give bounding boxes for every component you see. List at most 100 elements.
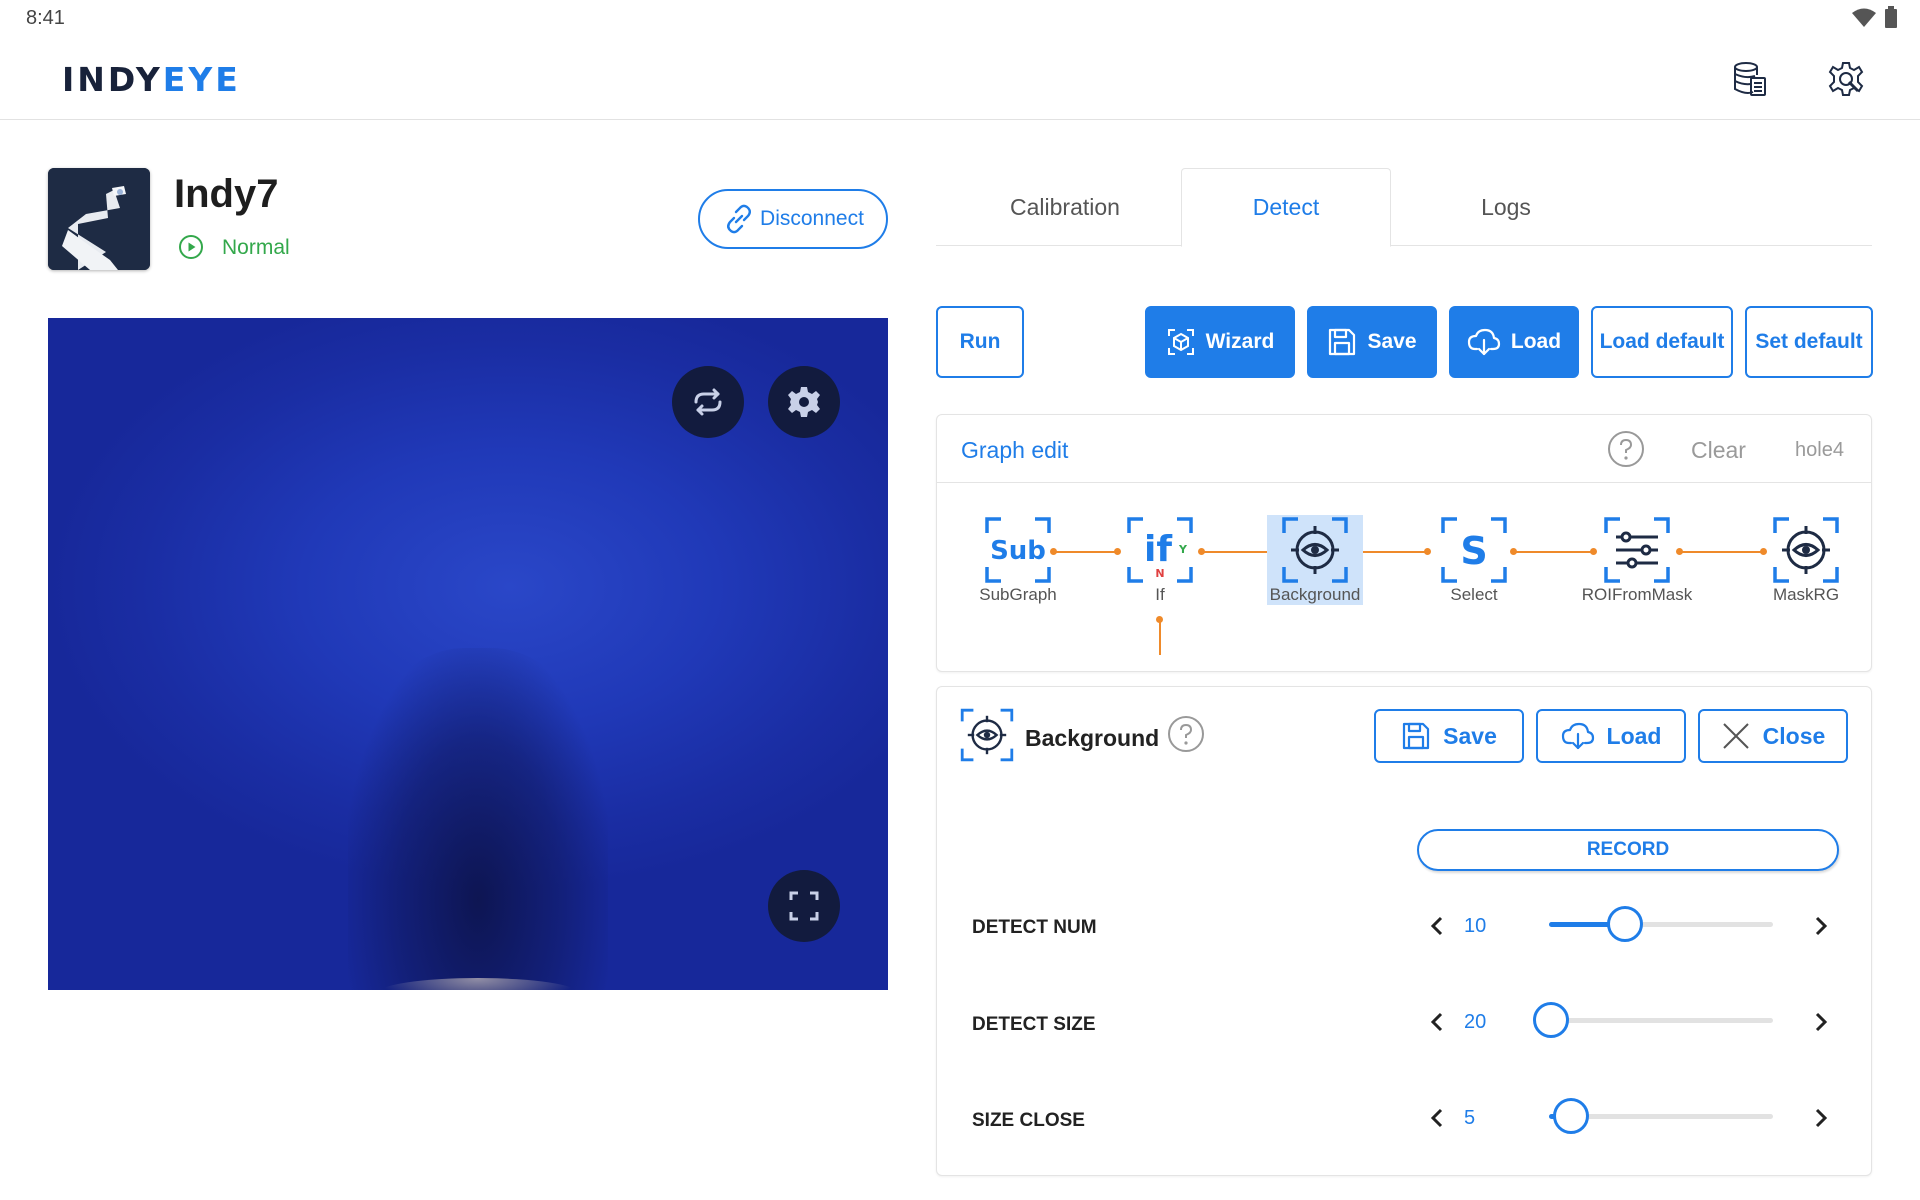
chevron-right-icon[interactable] (1809, 1011, 1831, 1033)
slider-knob[interactable] (1533, 1002, 1570, 1038)
slider-knob[interactable] (1553, 1098, 1590, 1134)
logo-part-indy: INDY (62, 60, 163, 99)
param-label: SIZE CLOSE (972, 1110, 1085, 1131)
param-slider[interactable] (1549, 906, 1773, 942)
background-help-icon[interactable] (1167, 715, 1205, 753)
help-icon[interactable] (1607, 430, 1645, 468)
run-label: Run (959, 330, 1001, 353)
background-close-label: Close (1762, 722, 1826, 749)
node-subgraph[interactable]: Sub SubGraph (963, 515, 1073, 605)
if-no-marker: N (1155, 567, 1164, 580)
background-load-label: Load (1606, 722, 1662, 749)
tab-detect-label: Detect (1252, 194, 1320, 220)
graph-clear-button[interactable]: Clear (1691, 437, 1746, 464)
load-default-button[interactable]: Load default (1591, 306, 1733, 378)
tab-detect[interactable]: Detect (1181, 168, 1391, 247)
camera-view[interactable] (48, 318, 888, 990)
run-button[interactable]: Run (936, 306, 1024, 378)
set-default-button[interactable]: Set default (1745, 306, 1873, 378)
background-title: Background (1025, 725, 1160, 751)
graph-edit-panel: Graph edit Clear hole4 Sub SubGraph if Y… (936, 414, 1872, 672)
wizard-cube-icon (1167, 329, 1194, 355)
link-icon (727, 204, 751, 234)
app-header: INDYEYE (0, 36, 1920, 120)
wifi-icon (1852, 8, 1876, 27)
battery-icon (1885, 6, 1897, 28)
save-floppy-icon (1403, 722, 1430, 750)
param-slider[interactable] (1549, 1098, 1773, 1134)
clock: 8:41 (26, 7, 65, 29)
refresh-icon (694, 388, 722, 416)
logo-part-eye: EYE (162, 60, 241, 99)
chevron-left-icon[interactable] (1427, 1107, 1449, 1129)
node-label: Background (1269, 585, 1361, 604)
background-node-panel: Background Save Load Close RECORD DETECT… (936, 686, 1872, 1176)
cloud-download-icon (1467, 328, 1501, 356)
background-save-button[interactable]: Save (1374, 709, 1524, 763)
background-save-label: Save (1443, 722, 1497, 749)
param-slider[interactable] (1533, 1002, 1773, 1038)
fullscreen-button[interactable] (768, 870, 840, 942)
subgraph-icon: Sub (985, 517, 1051, 583)
svg-text:Sub: Sub (990, 536, 1046, 566)
cloud-download-icon (1561, 722, 1594, 750)
select-icon: S (1441, 517, 1507, 583)
node-select[interactable]: S Select (1419, 515, 1529, 605)
robot-arm-image (48, 168, 150, 270)
chevron-left-icon[interactable] (1427, 915, 1449, 937)
if-yes-marker: Y (1178, 543, 1188, 556)
robot-status: Normal (222, 236, 290, 259)
edge-background-select (1357, 551, 1427, 553)
wizard-button[interactable]: Wizard (1145, 306, 1295, 378)
chevron-left-icon[interactable] (1427, 1011, 1449, 1033)
node-maskrg[interactable]: MaskRG (1751, 515, 1861, 605)
param-label: DETECT SIZE (972, 1014, 1096, 1035)
record-button[interactable]: RECORD (1417, 829, 1839, 871)
chevron-right-icon[interactable] (1809, 1107, 1831, 1129)
param-label: DETECT NUM (972, 917, 1097, 938)
robot-avatar (48, 168, 150, 270)
graph-edit-header: Graph edit Clear hole4 (937, 415, 1871, 483)
target-eye-icon (1773, 517, 1839, 583)
node-background[interactable]: Background (1267, 515, 1363, 605)
disconnect-button[interactable]: Disconnect (698, 189, 888, 249)
set-default-label: Set default (1755, 330, 1863, 353)
node-roifrommask[interactable]: ROIFromMask (1567, 515, 1707, 605)
load-button[interactable]: Load (1449, 306, 1579, 378)
chevron-right-icon[interactable] (1809, 915, 1831, 937)
gear-icon (788, 387, 820, 417)
node-label: Select (1450, 585, 1498, 604)
load-default-label: Load default (1599, 330, 1725, 353)
refresh-camera-button[interactable] (672, 366, 744, 438)
background-load-button[interactable]: Load (1536, 709, 1686, 763)
if-icon: if Y N (1127, 517, 1193, 583)
save-floppy-icon (1329, 328, 1356, 356)
node-label: SubGraph (979, 585, 1057, 604)
database-icon[interactable] (1731, 60, 1769, 98)
node-if[interactable]: if Y N If (1105, 515, 1215, 605)
tab-calibration[interactable]: Calibration (936, 168, 1194, 246)
node-selected-highlight: Background (1267, 515, 1363, 605)
slider-knob[interactable] (1607, 906, 1644, 942)
background-close-button[interactable]: Close (1698, 709, 1848, 763)
param-value: 20 (1464, 1011, 1487, 1033)
indyeye-logo: INDYEYE (62, 60, 241, 99)
system-status-bar: 8:41 (0, 0, 1920, 36)
background-eye-icon (1282, 517, 1348, 583)
close-icon (1722, 723, 1749, 749)
tab-logs[interactable]: Logs (1391, 168, 1621, 246)
wizard-label: Wizard (1205, 330, 1275, 353)
svg-text:if: if (1144, 529, 1172, 570)
graph-name: hole4 (1795, 439, 1844, 461)
param-value: 5 (1464, 1107, 1476, 1129)
sliders-icon (1604, 517, 1670, 583)
load-label: Load (1510, 330, 1562, 353)
tab-logs-label: Logs (1481, 193, 1531, 220)
play-circle-icon (179, 235, 203, 259)
node-label: MaskRG (1772, 585, 1840, 604)
edge-dot (1156, 616, 1163, 623)
settings-gear-icon[interactable] (1827, 60, 1865, 98)
save-button[interactable]: Save (1307, 306, 1437, 378)
camera-settings-button[interactable] (768, 366, 840, 438)
node-label: If (1155, 585, 1165, 604)
